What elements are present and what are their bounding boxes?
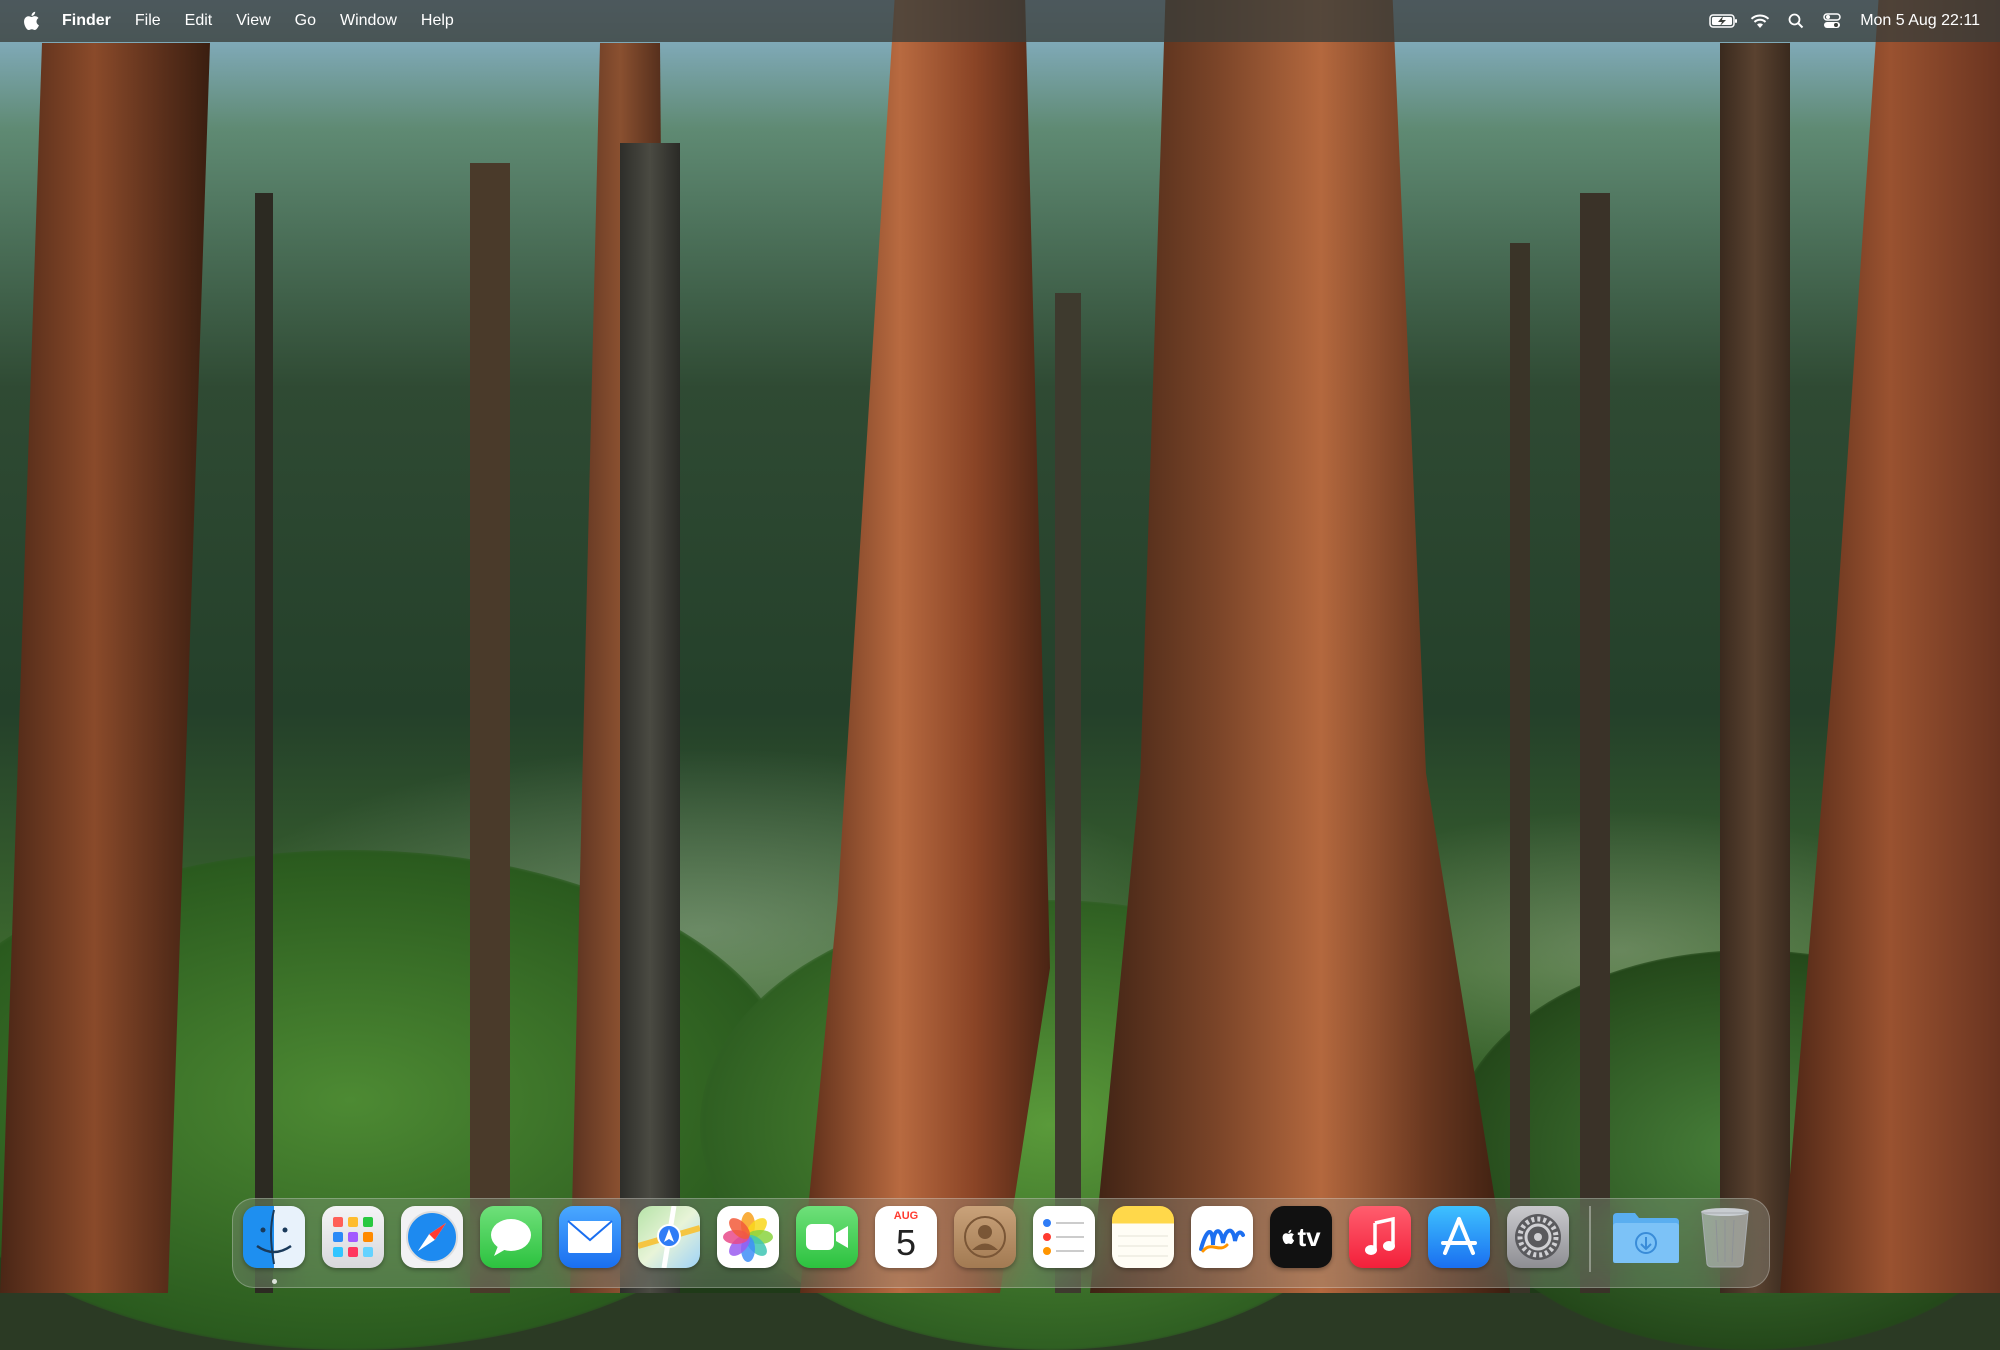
reminders-icon[interactable] bbox=[1033, 1206, 1095, 1268]
battery-charging-icon[interactable] bbox=[1706, 0, 1742, 42]
apple-logo-icon[interactable] bbox=[20, 0, 42, 42]
tv-label: tv bbox=[1297, 1221, 1321, 1252]
desktop-wallpaper bbox=[0, 0, 2000, 1350]
menu-view[interactable]: View bbox=[224, 0, 282, 42]
tree-trunk bbox=[1055, 293, 1081, 1293]
menu-app-finder[interactable]: Finder bbox=[50, 0, 123, 42]
tree-trunk bbox=[1720, 43, 1790, 1293]
downloads-folder-icon[interactable] bbox=[1610, 1206, 1682, 1268]
sequoia-trunk bbox=[800, 0, 1050, 1293]
calendar-icon[interactable]: AUG 5 bbox=[875, 1206, 937, 1268]
freeform-icon[interactable] bbox=[1191, 1206, 1253, 1268]
calendar-month: AUG bbox=[893, 1210, 919, 1222]
notes-icon[interactable] bbox=[1112, 1206, 1174, 1268]
menu-go[interactable]: Go bbox=[283, 0, 328, 42]
music-icon[interactable] bbox=[1349, 1206, 1411, 1268]
system-settings-icon[interactable] bbox=[1507, 1206, 1569, 1268]
apple-tv-icon[interactable]: tv bbox=[1270, 1206, 1332, 1268]
app-store-icon[interactable] bbox=[1428, 1206, 1490, 1268]
tree-trunk bbox=[1580, 193, 1610, 1293]
tree-trunk bbox=[470, 163, 510, 1293]
tree-trunk bbox=[255, 193, 273, 1293]
tree-trunk bbox=[1510, 243, 1530, 1293]
safari-icon[interactable] bbox=[401, 1206, 463, 1268]
spotlight-search-icon[interactable] bbox=[1778, 0, 1814, 42]
launchpad-icon[interactable] bbox=[322, 1206, 384, 1268]
menu-edit[interactable]: Edit bbox=[173, 0, 225, 42]
messages-icon[interactable] bbox=[480, 1206, 542, 1268]
contacts-icon[interactable] bbox=[954, 1206, 1016, 1268]
sequoia-trunk bbox=[1090, 0, 1510, 1293]
control-center-icon[interactable] bbox=[1814, 0, 1850, 42]
tree-trunk bbox=[620, 143, 680, 1293]
menu-clock[interactable]: Mon 5 Aug 22:11 bbox=[1850, 12, 1980, 30]
menu-file[interactable]: File bbox=[123, 0, 173, 42]
facetime-icon[interactable] bbox=[796, 1206, 858, 1268]
trash-icon[interactable] bbox=[1694, 1206, 1756, 1268]
menu-window[interactable]: Window bbox=[328, 0, 409, 42]
finder-icon[interactable] bbox=[243, 1206, 305, 1268]
wifi-icon[interactable] bbox=[1742, 0, 1778, 42]
dock-divider bbox=[1589, 1206, 1591, 1272]
menu-bar: Finder File Edit View Go Window Help Mon… bbox=[0, 0, 2000, 42]
mail-icon[interactable] bbox=[559, 1206, 621, 1268]
menu-help[interactable]: Help bbox=[409, 0, 466, 42]
calendar-day: 5 bbox=[895, 1222, 917, 1263]
sequoia-trunk bbox=[1780, 0, 2000, 1293]
maps-icon[interactable] bbox=[638, 1206, 700, 1268]
photos-icon[interactable] bbox=[717, 1206, 779, 1268]
running-indicator bbox=[272, 1279, 277, 1284]
